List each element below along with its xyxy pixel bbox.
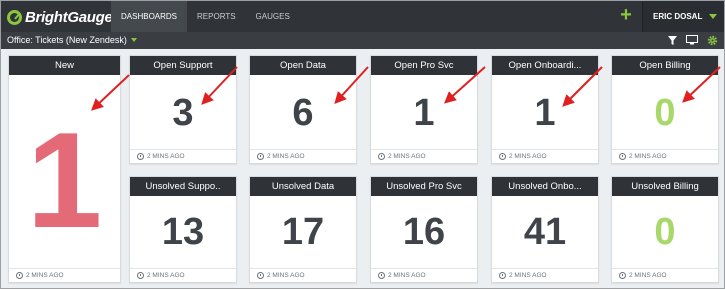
dashboard-selector[interactable]: Office: Tickets (New Zendesk) [7, 35, 137, 45]
gauge-value: 13 [161, 211, 205, 253]
gauge-value: 1 [26, 104, 103, 256]
dashboard-window: BrightGauge DASHBOARDS REPORTS GAUGES + … [0, 0, 725, 289]
gauge-title: Unsolved Pro Svc [371, 177, 477, 196]
clock-icon [619, 153, 626, 160]
last-updated: 2 MINS AGO [629, 272, 667, 279]
gauge-open-data[interactable]: Open Data 6 2 MINS AGO [249, 55, 357, 164]
gauge-footer: 2 MINS AGO [250, 268, 356, 282]
dashboard-name: Office: Tickets (New Zendesk) [7, 35, 127, 45]
last-updated: 2 MINS AGO [267, 272, 305, 279]
user-name: ERIC DOSAL [653, 12, 703, 21]
clock-icon [16, 272, 23, 279]
chevron-down-icon [709, 14, 717, 19]
gauge-title: Open Billing [612, 56, 718, 75]
gear-icon[interactable] [706, 34, 718, 46]
gauge-open-billing[interactable]: Open Billing 0 2 MINS AGO [611, 55, 719, 164]
clock-icon [257, 153, 264, 160]
brand-name: BrightGauge [25, 8, 113, 26]
gauge-unsolved-support[interactable]: Unsolved Suppo.. 13 2 MINS AGO [129, 176, 237, 283]
gauge-footer: 2 MINS AGO [371, 149, 477, 163]
gauge-footer: 2 MINS AGO [492, 149, 598, 163]
gauge-title: Open Data [250, 56, 356, 75]
gauge-value: 0 [654, 92, 676, 134]
gauge-title: Unsolved Onbo... [492, 177, 598, 196]
gauge-open-support[interactable]: Open Support 3 2 MINS AGO [129, 55, 237, 164]
clock-icon [499, 153, 506, 160]
gauge-footer: 2 MINS AGO [492, 268, 598, 282]
gauge-value: 3 [172, 92, 194, 134]
last-updated: 2 MINS AGO [629, 153, 667, 160]
last-updated: 2 MINS AGO [509, 272, 547, 279]
clock-icon [499, 272, 506, 279]
gauge-footer: 2 MINS AGO [9, 268, 120, 282]
nav-dashboards[interactable]: DASHBOARDS [111, 1, 188, 32]
gauge-footer: 2 MINS AGO [130, 149, 236, 163]
gauge-footer: 2 MINS AGO [371, 268, 477, 282]
filter-icon[interactable] [666, 34, 678, 46]
last-updated: 2 MINS AGO [509, 153, 547, 160]
user-menu[interactable]: ERIC DOSAL [642, 1, 724, 32]
gauge-value: 41 [523, 211, 567, 253]
gauge-footer: 2 MINS AGO [612, 149, 718, 163]
gauge-value: 16 [402, 211, 446, 253]
gauge-unsolved-billing[interactable]: Unsolved Billing 0 2 MINS AGO [611, 176, 719, 283]
tv-mode-icon[interactable] [686, 34, 698, 46]
clock-icon [137, 272, 144, 279]
gauge-logo-icon [7, 9, 22, 25]
gauge-title: Unsolved Billing [612, 177, 718, 196]
clock-icon [378, 153, 385, 160]
plus-icon: + [620, 4, 632, 26]
gauge-unsolved-pro-svc[interactable]: Unsolved Pro Svc 16 2 MINS AGO [370, 176, 478, 283]
last-updated: 2 MINS AGO [147, 153, 185, 160]
clock-icon [378, 272, 385, 279]
add-button[interactable]: + [617, 4, 635, 26]
clock-icon [137, 153, 144, 160]
gauge-value: 6 [292, 92, 314, 134]
gauge-title: Unsolved Data [250, 177, 356, 196]
last-updated: 2 MINS AGO [388, 153, 426, 160]
last-updated: 2 MINS AGO [267, 153, 305, 160]
gauge-title: New [9, 56, 120, 75]
gauge-value: 1 [534, 92, 556, 134]
clock-icon [257, 272, 264, 279]
main-nav: DASHBOARDS REPORTS GAUGES [111, 1, 300, 32]
gauge-new[interactable]: New 1 2 MINS AGO [8, 55, 121, 283]
gauge-value: 1 [413, 92, 435, 134]
gauge-footer: 2 MINS AGO [612, 268, 718, 282]
top-nav-bar: BrightGauge DASHBOARDS REPORTS GAUGES + … [1, 1, 724, 32]
last-updated: 2 MINS AGO [388, 272, 426, 279]
gauge-open-pro-svc[interactable]: Open Pro Svc 1 2 MINS AGO [370, 55, 478, 164]
gauge-open-onboarding[interactable]: Open Onboardi... 1 2 MINS AGO [491, 55, 599, 164]
last-updated: 2 MINS AGO [147, 272, 185, 279]
gauge-title: Unsolved Suppo.. [130, 177, 236, 196]
chevron-down-icon [130, 38, 137, 42]
nav-gauges[interactable]: GAUGES [246, 1, 300, 32]
nav-reports[interactable]: REPORTS [187, 1, 246, 32]
dashboard-toolbar: Office: Tickets (New Zendesk) [1, 32, 724, 49]
clock-icon [619, 272, 626, 279]
gauge-title: Open Onboardi... [492, 56, 598, 75]
gauge-footer: 2 MINS AGO [250, 149, 356, 163]
gauge-unsolved-data[interactable]: Unsolved Data 17 2 MINS AGO [249, 176, 357, 283]
gauge-unsolved-onboarding[interactable]: Unsolved Onbo... 41 2 MINS AGO [491, 176, 599, 283]
gauge-title: Open Pro Svc [371, 56, 477, 75]
gauge-title: Open Support [130, 56, 236, 75]
brand-logo[interactable]: BrightGauge [7, 7, 113, 27]
gauge-value: 0 [654, 211, 676, 253]
gauge-footer: 2 MINS AGO [130, 268, 236, 282]
toolbar-icons [666, 34, 718, 46]
last-updated: 2 MINS AGO [26, 272, 64, 279]
gauge-value: 17 [281, 211, 325, 253]
